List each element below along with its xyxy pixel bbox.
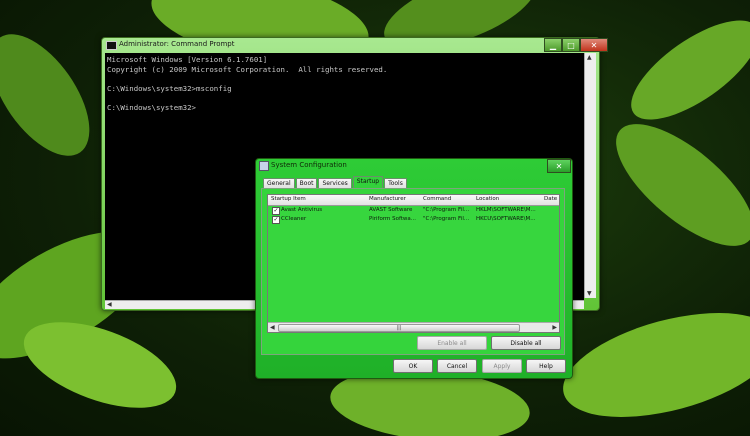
startup-panel: Startup Item Manufacturer Command Locati… [261, 188, 565, 355]
system-configuration-dialog[interactable]: System Configuration ✕ General Boot Serv… [255, 158, 573, 379]
list-horizontal-scrollbar[interactable]: ◀ ||| ▶ [268, 322, 559, 332]
startup-item-name: CCleaner [281, 216, 307, 222]
console-line: C:\Windows\system32>msconfig [107, 83, 232, 93]
startup-item-manufacturer: AVAST Software [369, 207, 413, 213]
startup-item-command: "C:\Program Fil... [423, 216, 470, 222]
cmd-vertical-scrollbar[interactable]: ▲ ▼ [584, 53, 596, 298]
cmd-titlebar[interactable]: Administrator: Command Prompt ▁ □ ✕ [102, 38, 608, 53]
msconfig-title: System Configuration [271, 161, 347, 169]
apply-button[interactable]: Apply [482, 359, 522, 373]
ok-button[interactable]: OK [393, 359, 433, 373]
column-header-startup-item[interactable]: Startup Item [271, 196, 306, 202]
column-header-command[interactable]: Command [423, 196, 451, 202]
scroll-down-icon[interactable]: ▼ [587, 290, 592, 297]
list-item[interactable]: ✓ Avast Antivirus AVAST Software "C:\Pro… [268, 206, 559, 215]
cancel-button[interactable]: Cancel [437, 359, 477, 373]
scroll-left-icon[interactable]: ◀ [107, 301, 112, 308]
console-line: Microsoft Windows [Version 6.1.7601] [107, 55, 268, 64]
startup-list[interactable]: Startup Item Manufacturer Command Locati… [267, 194, 560, 333]
close-button[interactable]: ✕ [580, 38, 608, 52]
msconfig-caption-buttons: ✕ [547, 159, 571, 173]
column-header-date[interactable]: Date [544, 196, 557, 202]
help-button[interactable]: Help [526, 359, 566, 373]
enable-all-button[interactable]: Enable all [417, 336, 487, 350]
cmd-app-icon [106, 41, 117, 50]
cmd-caption-buttons: ▁ □ ✕ [544, 38, 608, 52]
column-header-manufacturer[interactable]: Manufacturer [369, 196, 406, 202]
scroll-up-icon[interactable]: ▲ [587, 54, 592, 61]
scroll-right-icon[interactable]: ▶ [552, 324, 557, 331]
msconfig-titlebar[interactable]: System Configuration ✕ [256, 159, 572, 173]
startup-item-command: "C:\Program Fil... [423, 207, 470, 213]
list-item[interactable]: ✓ CCleaner Piriform Softwa... "C:\Progra… [268, 215, 559, 224]
column-header-location[interactable]: Location [476, 196, 499, 202]
msconfig-app-icon [259, 161, 269, 171]
startup-item-location: HKCU\SOFTWARE\M... [476, 216, 536, 222]
startup-item-name: Avast Antivirus [281, 207, 323, 213]
minimize-button[interactable]: ▁ [544, 38, 562, 52]
msconfig-close-button[interactable]: ✕ [547, 159, 571, 173]
scroll-left-icon[interactable]: ◀ [270, 324, 275, 331]
console-line: Copyright (c) 2009 Microsoft Corporation… [107, 64, 388, 74]
startup-item-location: HKLM\SOFTWARE\M... [476, 207, 536, 213]
startup-item-checkbox[interactable]: ✓ [272, 216, 280, 224]
scroll-thumb[interactable]: ||| [278, 324, 520, 332]
maximize-button[interactable]: □ [562, 38, 580, 52]
list-header: Startup Item Manufacturer Command Locati… [268, 195, 559, 206]
startup-item-manufacturer: Piriform Softwa... [369, 216, 417, 222]
startup-item-checkbox[interactable]: ✓ [272, 207, 280, 215]
console-line: C:\Windows\system32> [107, 102, 196, 112]
cmd-title: Administrator: Command Prompt [119, 40, 235, 48]
disable-all-button[interactable]: Disable all [491, 336, 561, 350]
